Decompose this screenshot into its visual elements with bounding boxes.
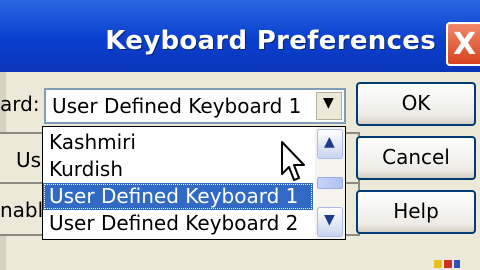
keyboard-select[interactable]: User Defined Keyboard 1 ▼ [44,88,346,124]
help-button[interactable]: Help [356,190,476,234]
dropdown-item-kurdish[interactable]: Kurdish [43,156,313,183]
dropdown-item-user-defined-1[interactable]: User Defined Keyboard 1 [43,183,313,210]
scroll-down-button[interactable]: ▼ [317,207,343,237]
scroll-thumb[interactable] [317,177,343,189]
dropdown-item-kashmiri[interactable]: Kashmiri [43,129,313,156]
keyboard-select-value: User Defined Keyboard 1 [52,94,302,118]
chevron-down-icon: ▼ [324,212,335,228]
scroll-up-button[interactable]: ▲ [317,129,343,159]
keyboard-select-dropdown-button[interactable]: ▼ [316,92,342,120]
window-title: Keyboard Preferences [105,26,436,56]
chevron-up-icon: ▲ [324,134,335,150]
cancel-button[interactable]: Cancel [356,136,476,180]
mouse-cursor-icon [281,141,305,181]
chevron-down-icon: ▼ [323,95,334,111]
title-bar: Keyboard Preferences X [0,0,480,72]
dropdown-item-user-defined-2[interactable]: User Defined Keyboard 2 [43,210,313,237]
close-icon: X [453,27,477,62]
close-button[interactable]: X [446,22,480,66]
dropdown-scrollbar[interactable]: ▲ ▼ [315,127,345,239]
ok-button[interactable]: OK [356,82,476,126]
keyboard-label: ard: [0,92,40,116]
tray-icon [434,260,460,268]
us-label: Us [16,148,42,172]
